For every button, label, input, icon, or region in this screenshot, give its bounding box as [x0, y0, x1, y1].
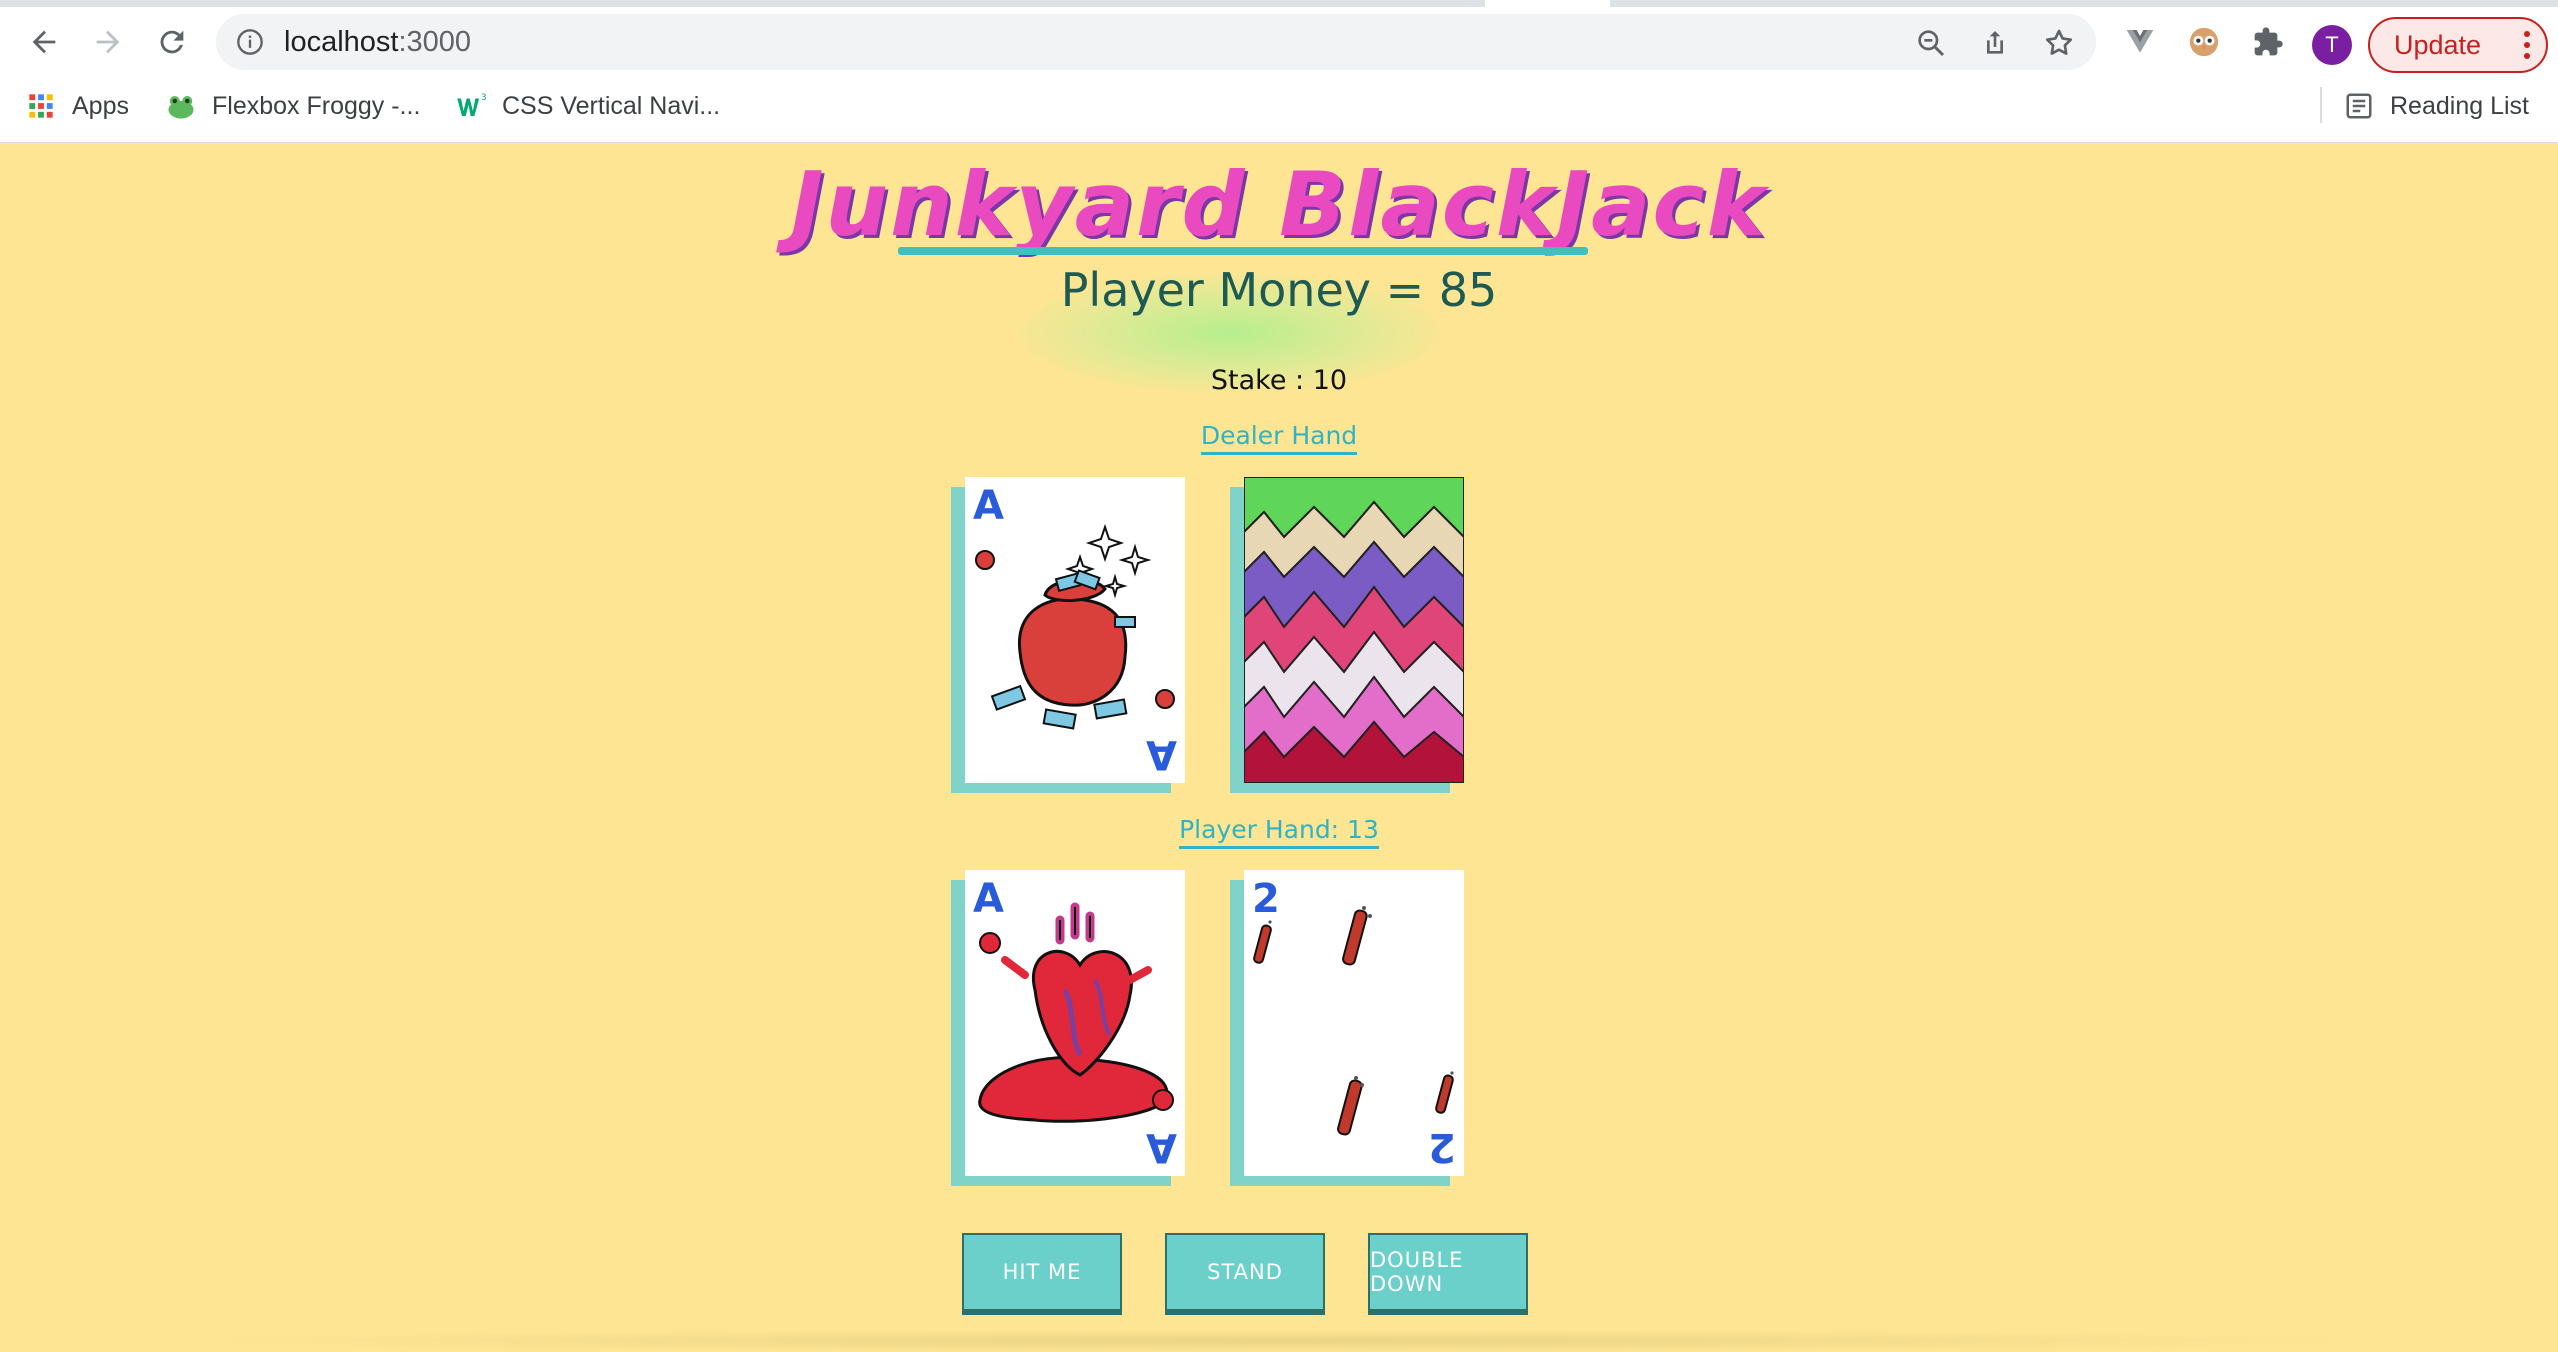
zoom-out-button[interactable]	[1914, 26, 1948, 60]
profile-avatar[interactable]: T	[2312, 25, 2352, 65]
svg-text:3: 3	[481, 93, 486, 103]
reading-list-icon	[2344, 91, 2374, 121]
frog-icon	[166, 91, 196, 121]
card-rank-bottom: A	[1146, 1124, 1177, 1170]
player-card-1: A A	[965, 870, 1185, 1176]
reload-icon	[160, 30, 184, 54]
player-money: Player Money = 85	[1060, 263, 1498, 317]
reading-list-button[interactable]: Reading List	[2344, 89, 2529, 123]
address-bar[interactable]: localhost:3000	[216, 14, 2096, 70]
star-icon	[2045, 29, 2073, 55]
owl-extension[interactable]	[2186, 24, 2222, 60]
card-rank-bottom: A	[1146, 731, 1177, 777]
game-page: Junkyard BlackJack Player Money = 85 Sta…	[0, 143, 2558, 1352]
owl-face-icon	[2189, 27, 2219, 57]
zoom-out-icon	[1918, 30, 1945, 57]
bookmark-flexbox-froggy[interactable]: Flexbox Froggy -...	[166, 89, 420, 123]
double-down-button[interactable]: DOUBLE DOWN	[1368, 1233, 1528, 1311]
bookmark-apps[interactable]: Apps	[26, 89, 129, 123]
share-icon	[1987, 31, 2003, 54]
bottom-shadow	[180, 1329, 2380, 1352]
bookmark-css-vertical-nav[interactable]: 3 CSS Vertical Navi...	[456, 89, 720, 123]
arrow-left-icon	[32, 30, 56, 54]
update-button[interactable]: Update	[2368, 17, 2548, 73]
extensions-button[interactable]	[2250, 24, 2286, 60]
card-rank-top: A	[973, 876, 1004, 922]
player-hand-label: Player Hand: 13	[0, 815, 2558, 849]
active-tab[interactable]	[1485, 0, 1610, 7]
card-back-zigzag	[1244, 477, 1464, 783]
card-rank-top: 2	[1252, 876, 1280, 922]
stand-button[interactable]: STAND	[1165, 1233, 1325, 1311]
dealer-hand-label: Dealer Hand	[0, 421, 2558, 455]
forward-button[interactable]	[84, 18, 132, 66]
back-button[interactable]	[20, 18, 68, 66]
url-text[interactable]: localhost:3000	[284, 24, 471, 60]
player-card-2: 2 2	[1244, 870, 1464, 1176]
vue-devtools-extension[interactable]	[2122, 24, 2158, 60]
info-icon[interactable]	[236, 28, 264, 56]
bookmarks-separator	[2320, 87, 2322, 123]
kebab-menu-icon[interactable]	[2524, 31, 2532, 61]
reload-button[interactable]	[148, 18, 196, 66]
arrow-right-icon	[96, 30, 120, 54]
hit-me-button[interactable]: HIT ME	[962, 1233, 1122, 1311]
bookmarks-bar: Apps Flexbox Froggy -... 3 CSS Vertical …	[0, 85, 2558, 127]
share-button[interactable]	[1978, 26, 2012, 60]
tab-strip	[0, 0, 2558, 7]
puzzle-piece-icon	[2254, 27, 2283, 56]
update-label: Update	[2394, 29, 2482, 60]
browser-chrome: localhost:3000 T Update Apps Flexbox Fro…	[0, 0, 2558, 143]
card-rank-bottom: 2	[1428, 1124, 1456, 1170]
game-title: Junkyard BlackJack	[790, 153, 1768, 256]
stake-display: Stake : 10	[1210, 365, 1348, 396]
w3schools-icon: 3	[456, 91, 486, 121]
bookmark-star-button[interactable]	[2042, 26, 2076, 60]
dealer-card-2-face-down	[1244, 477, 1464, 783]
apps-grid-icon	[26, 91, 56, 121]
dealer-card-1: A A	[965, 477, 1185, 783]
title-underline	[898, 247, 1588, 255]
vue-logo-icon	[2126, 30, 2154, 53]
browser-toolbar: localhost:3000 T Update	[0, 7, 2558, 77]
card-rank-top: A	[973, 483, 1004, 529]
